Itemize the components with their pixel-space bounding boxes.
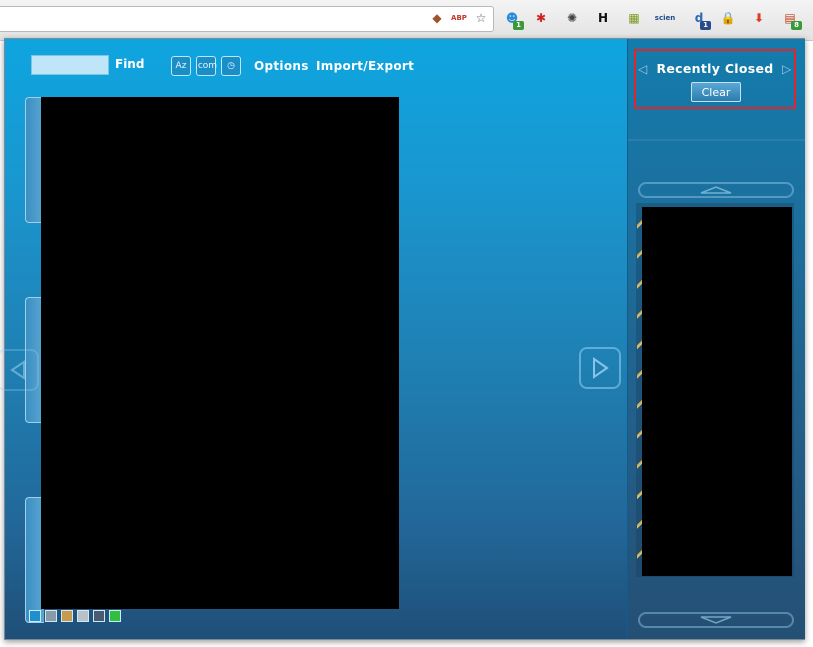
d-letter-icon[interactable]: d1 [690,9,711,30]
pinned-site-icon[interactable]: ◆ [428,9,446,27]
main-area: Find Az .com ◷ Options Import/Export [0,39,627,639]
icon-badge: 1 [700,21,711,30]
download-icon[interactable]: ⬇ [750,9,768,27]
recently-closed-header: ◁ Recently Closed ▷ Clear [634,49,796,109]
find-input[interactable] [31,55,109,75]
tab-manager-popup: Find Az .com ◷ Options Import/Export ◁ R… [0,38,805,640]
lock-glyph: 🔒 [720,11,736,25]
icon-badge: 1 [513,21,524,30]
bug-glyph: ✺ [566,11,578,25]
h-letter-glyph: H [597,11,609,25]
sidebar-divider [628,139,805,141]
download-glyph: ⬇ [753,11,765,25]
icon-badge: 8 [791,21,802,30]
recently-closed-title: Recently Closed [656,61,774,76]
h-letter-icon[interactable]: H [594,9,612,27]
bug-icon[interactable]: ✺ [563,9,581,27]
chevron-right-icon [593,357,609,379]
color-swatch[interactable] [109,610,121,622]
pinned-site-glyph: ◆ [432,11,442,25]
color-swatches [29,610,121,622]
ghost-icon[interactable]: ☻ 1 [503,9,524,30]
lock-icon[interactable]: 🔒 [719,9,737,27]
sort-recent-label: ◷ [227,61,235,71]
scroll-up-button[interactable] [638,182,794,198]
adblock-glyph: ABP [451,14,467,22]
scroll-down-button[interactable] [638,612,794,628]
options-link[interactable]: Options [254,59,309,73]
adblock-icon[interactable]: ABP [450,9,468,27]
tab-manager-icon[interactable]: ▤ 8 [781,9,802,30]
sort-domain-button[interactable]: .com [194,56,218,76]
color-swatch[interactable] [77,610,89,622]
sort-az-button[interactable]: Az [171,56,191,76]
previous-page-button[interactable] [0,349,39,391]
star-glyph: ☆ [475,11,487,25]
next-page-button[interactable] [579,347,621,389]
spreadsheet-glyph: ▦ [628,11,640,25]
redacted-window-grid [41,97,399,609]
asterisk-icon[interactable]: ✱ [532,9,550,27]
color-swatch[interactable] [93,610,105,622]
import-export-link[interactable]: Import/Export [316,59,414,73]
color-swatch[interactable] [45,610,57,622]
science-glyph: scien [654,14,676,22]
find-label: Find [115,57,145,71]
chevron-up-icon [700,186,732,194]
clear-button[interactable]: Clear [691,82,741,102]
sort-recent-button[interactable]: ◷ [221,56,241,76]
spreadsheet-icon[interactable]: ▦ [625,9,643,27]
browser-toolbar: ◆ ABP ☆ ☻ 1 ✱ ✺ H ▦ scien d 1 🔒 ⬇ ▤ 8 [0,0,813,41]
redacted-closed-tabs [642,207,792,576]
color-swatch[interactable] [61,610,73,622]
recently-closed-panel: ◁ Recently Closed ▷ Clear [627,39,805,639]
asterisk-glyph: ✱ [535,11,547,25]
science-icon[interactable]: scien [654,9,676,27]
color-swatch[interactable] [29,610,41,622]
sort-domain-label: .com [194,61,218,71]
next-list-arrow-icon[interactable]: ▷ [782,62,791,76]
sort-az-label: Az [175,61,187,71]
chevron-left-icon [10,360,25,380]
chevron-down-icon [700,616,732,624]
star-icon[interactable]: ☆ [472,9,490,27]
address-bar[interactable] [0,6,494,32]
